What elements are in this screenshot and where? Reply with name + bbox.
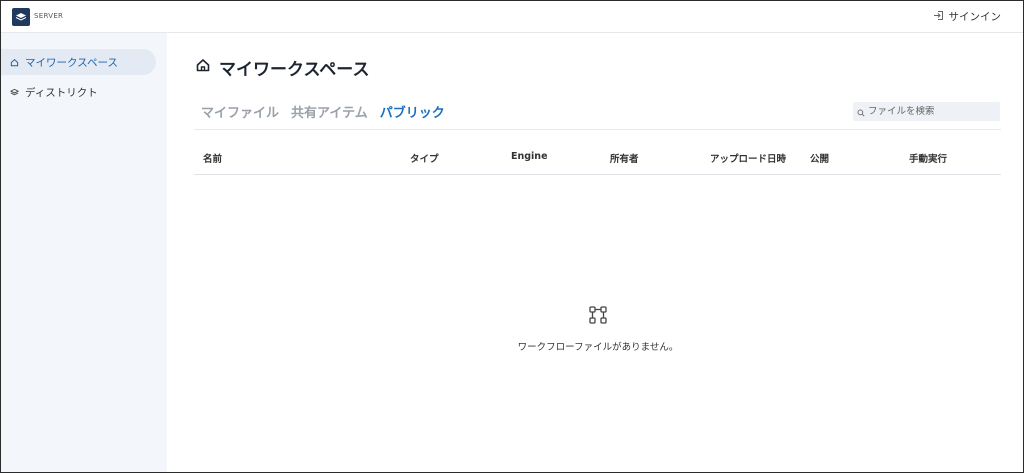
table-header-divider	[194, 174, 1001, 175]
workflow-icon	[588, 305, 608, 329]
sidebar-item-label: ディストリクト	[25, 86, 98, 99]
sidebar: マイワークスペース ディストリクト	[1, 33, 167, 472]
tabs-divider	[194, 129, 1001, 130]
signin-button[interactable]: サインイン	[933, 9, 1002, 24]
search-box[interactable]	[853, 102, 1000, 121]
home-icon	[195, 57, 211, 78]
brand-name: SERVER	[34, 12, 64, 20]
column-header-type[interactable]: タイプ	[410, 151, 439, 165]
signin-label: サインイン	[948, 11, 1002, 23]
sidebar-item-label: マイワークスペース	[25, 56, 118, 69]
search-input[interactable]	[868, 106, 993, 117]
top-header: SERVER サインイン	[1, 1, 1023, 33]
column-header-engine[interactable]: Engine	[511, 151, 548, 162]
column-header-uploaded-at[interactable]: アップロード日時	[710, 151, 786, 165]
column-header-name[interactable]: 名前	[203, 151, 222, 165]
search-icon	[857, 102, 865, 121]
empty-state: ワークフローファイルがありません。	[498, 305, 698, 353]
app-window: SERVER サインイン マイワークスペース ディストリクト マイワークスペース…	[0, 0, 1024, 473]
tab-my-files[interactable]: マイファイル	[201, 102, 279, 121]
column-header-owner[interactable]: 所有者	[610, 151, 639, 165]
table-header: 名前 タイプ Engine 所有者 アップロード日時 公開 手動実行	[194, 151, 1001, 167]
signin-icon	[933, 10, 944, 24]
empty-message: ワークフローファイルがありません。	[517, 342, 679, 353]
tab-shared-items[interactable]: 共有アイテム	[291, 102, 368, 121]
tab-bar: マイファイル 共有アイテム パブリック	[201, 102, 445, 121]
page-title-text: マイワークスペース	[219, 60, 370, 80]
home-icon	[9, 57, 19, 67]
tab-public[interactable]: パブリック	[380, 102, 445, 121]
column-header-manual-run[interactable]: 手動実行	[909, 151, 947, 165]
sidebar-item-district[interactable]: ディストリクト	[1, 79, 156, 105]
column-header-public[interactable]: 公開	[810, 151, 829, 165]
layers-icon	[9, 87, 19, 97]
page-title: マイワークスペース	[195, 55, 369, 80]
logo-icon[interactable]	[12, 8, 30, 26]
main-content: マイワークスペース マイファイル 共有アイテム パブリック 名前 タイプ Eng…	[167, 33, 1023, 472]
sidebar-item-my-workspace[interactable]: マイワークスペース	[1, 49, 156, 75]
